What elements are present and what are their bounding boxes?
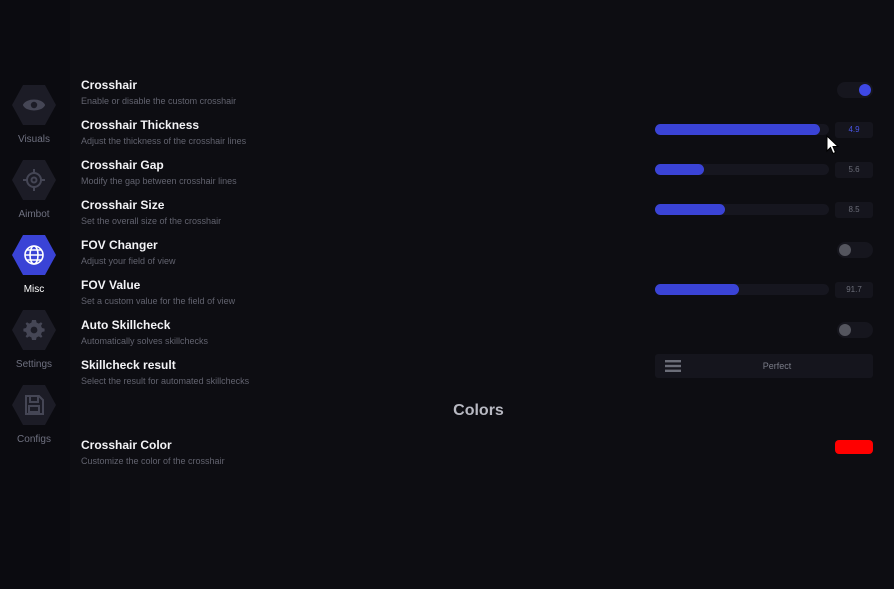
setting-description: Set the overall size of the crosshair (81, 216, 222, 226)
setting-row-crosshair-gap: Crosshair Gap Modify the gap between cro… (81, 158, 876, 194)
slider-value: 91.7 (835, 282, 873, 298)
slider-fill (655, 124, 821, 135)
fov-changer-toggle[interactable] (837, 242, 873, 258)
setting-description: Adjust your field of view (81, 256, 176, 266)
setting-title: Skillcheck result (81, 358, 176, 372)
setting-title: Crosshair (81, 78, 138, 92)
select-value: Perfect (762, 361, 792, 371)
slider-fill (655, 204, 725, 215)
sidebar-item-label: Configs (17, 434, 51, 445)
sidebar-item-label: Visuals (17, 134, 51, 145)
setting-row-crosshair-color: Crosshair Color Customize the color of t… (81, 438, 876, 474)
setting-row-crosshair-thickness: Crosshair Thickness Adjust the thickness… (81, 118, 876, 154)
crosshair-icon (23, 169, 45, 191)
sidebar-item-visuals[interactable]: Visuals (0, 85, 68, 155)
skillcheck-result-select[interactable]: Perfect (655, 354, 873, 378)
slider-fill (655, 284, 739, 295)
crosshair-size-slider[interactable] (655, 204, 829, 215)
setting-description: Automatically solves skillchecks (81, 336, 209, 346)
sidebar-item-label: Settings (15, 359, 53, 370)
setting-description: Customize the color of the crosshair (81, 456, 225, 466)
setting-row-crosshair-size: Crosshair Size Set the overall size of t… (81, 198, 876, 234)
slider-value: 8.5 (835, 202, 873, 218)
globe-icon (24, 245, 44, 265)
setting-row-auto-skillcheck: Auto Skillcheck Automatically solves ski… (81, 318, 876, 354)
setting-row-fov-changer: FOV Changer Adjust your field of view (81, 238, 876, 274)
sidebar-item-misc[interactable]: Misc (0, 235, 68, 305)
eye-icon (22, 99, 46, 111)
sidebar-item-label: Misc (23, 284, 45, 295)
setting-title: Auto Skillcheck (81, 318, 171, 332)
slider-fill (655, 164, 704, 175)
setting-title: Crosshair Color (81, 438, 172, 452)
setting-title: FOV Changer (81, 238, 158, 252)
gear-icon (23, 320, 45, 340)
slider-value: 4.9 (835, 122, 873, 138)
setting-description: Adjust the thickness of the crosshair li… (81, 136, 247, 146)
setting-title: Crosshair Gap (81, 158, 164, 172)
setting-row-skillcheck-result: Skillcheck result Select the result for … (81, 354, 876, 394)
fov-value-slider[interactable] (655, 284, 829, 295)
sidebar-item-configs[interactable]: Configs (0, 385, 68, 455)
crosshair-gap-slider[interactable] (655, 164, 829, 175)
sidebar-item-label: Aimbot (18, 209, 50, 220)
app-window: Visuals Aimbot Misc Settings Configs Cro… (0, 0, 894, 589)
crosshair-thickness-slider[interactable] (655, 124, 829, 135)
save-icon (25, 395, 44, 415)
slider-value: 5.6 (835, 162, 873, 178)
section-title-colors: Colors (453, 402, 504, 419)
toggle-knob (839, 324, 851, 336)
auto-skillcheck-toggle[interactable] (837, 322, 873, 338)
toggle-knob (859, 84, 871, 96)
setting-title: Crosshair Thickness (81, 118, 200, 132)
sidebar-item-aimbot[interactable]: Aimbot (0, 160, 68, 230)
sidebar: Visuals Aimbot Misc Settings Configs (0, 0, 70, 589)
crosshair-color-swatch[interactable] (835, 440, 873, 454)
toggle-knob (839, 244, 851, 256)
list-icon (665, 360, 681, 372)
setting-title: Crosshair Size (81, 198, 165, 212)
setting-row-fov-value: FOV Value Set a custom value for the fie… (81, 278, 876, 314)
setting-description: Enable or disable the custom crosshair (81, 96, 237, 106)
setting-description: Modify the gap between crosshair lines (81, 176, 237, 186)
setting-row-crosshair: Crosshair Enable or disable the custom c… (81, 78, 876, 114)
setting-description: Select the result for automated skillche… (81, 376, 250, 386)
crosshair-toggle[interactable] (837, 82, 873, 98)
setting-title: FOV Value (81, 278, 141, 292)
setting-description: Set a custom value for the field of view (81, 296, 236, 306)
sidebar-item-settings[interactable]: Settings (0, 310, 68, 380)
